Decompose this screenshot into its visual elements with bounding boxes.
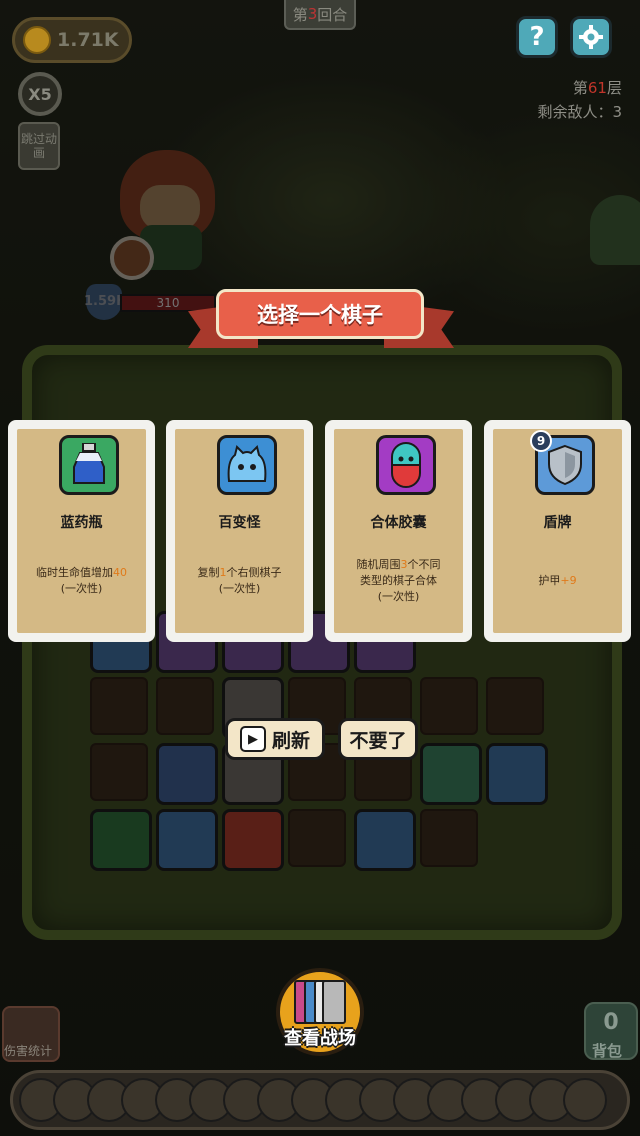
blue-slime-icon <box>217 435 277 495</box>
speed-toggle-button[interactable]: X5 <box>18 72 62 116</box>
desc-note: (一次性) <box>60 582 103 595</box>
card-paper: 合体胶囊 随机周围3个不同 类型的棋子合体 (一次性) <box>334 429 463 633</box>
card-description: 复制1个右侧棋子 (一次性) <box>175 565 304 597</box>
desc-note: (一次性) <box>377 590 420 603</box>
decline-label: 不要了 <box>349 729 407 752</box>
view-battlefield-label: 查看战场 <box>284 1028 356 1049</box>
desc-highlight: 1 <box>219 566 227 579</box>
choice-card-blue-potion[interactable]: 蓝药瓶 临时生命值增加40 (一次性) <box>8 420 155 642</box>
round-prefix: 第 <box>292 5 308 24</box>
capsule-icon <box>376 435 436 495</box>
damage-stats-label: 伤害统计 <box>4 1044 53 1058</box>
round-number: 3 <box>307 5 318 23</box>
card-description: 护甲+9 <box>493 573 622 589</box>
shield-glyph <box>548 444 582 486</box>
help-button[interactable]: ? <box>516 16 558 58</box>
desc-highlight: 40 <box>113 566 127 579</box>
choice-card-shapeshifter[interactable]: 百变怪 复制1个右侧棋子 (一次性) <box>166 420 313 642</box>
desc-text: 临时生命值增加 <box>36 566 113 579</box>
floor-info: 第61层 剩余敌人：3 <box>537 76 622 124</box>
floor-suffix: 层 <box>606 79 622 97</box>
card-name: 合体胶囊 <box>370 515 427 531</box>
card-description: 随机周围3个不同 类型的棋子合体 (一次性) <box>334 557 463 605</box>
cards-stack-icon <box>292 980 348 1028</box>
desc-text: 类型的棋子合体 <box>360 574 437 587</box>
piece-tray[interactable] <box>10 1070 630 1130</box>
card-back <box>322 980 346 1024</box>
desc-text: 护甲 <box>538 574 561 587</box>
desc-note: (一次性) <box>218 582 261 595</box>
help-icon: ? <box>529 22 545 52</box>
capsule-glyph <box>391 442 421 488</box>
desc-text: 复制 <box>197 566 220 579</box>
tray-slot[interactable] <box>563 1078 607 1122</box>
refresh-button[interactable]: ▶ 刷新 <box>225 718 325 760</box>
coin-counter: 1.71K <box>12 17 132 63</box>
enemies-remaining: 剩余敌人：3 <box>537 103 622 121</box>
round-suffix: 回合 <box>317 5 348 24</box>
desc-highlight: 3 <box>400 558 408 571</box>
backpack-label: 背包 <box>592 1042 623 1060</box>
shield-level-badge: 9 <box>530 430 552 452</box>
card-paper: 蓝药瓶 临时生命值增加40 (一次性) <box>17 429 146 633</box>
coin-icon <box>23 26 51 54</box>
round-indicator: 第 3 回合 <box>284 0 356 30</box>
desc-text: 个右侧棋子 <box>226 566 282 579</box>
potion-glyph <box>73 443 105 484</box>
slime-glyph <box>227 445 267 482</box>
choice-card-shield[interactable]: 9 盾牌 护甲+9 <box>484 420 631 642</box>
floor-prefix: 第 <box>572 79 588 97</box>
skip-animation-button[interactable]: 跳过动画 <box>18 122 60 170</box>
shield-icon: 9 <box>530 430 595 495</box>
decline-button[interactable]: 不要了 <box>338 718 418 760</box>
desc-text: 个不同 <box>407 558 441 571</box>
desc-text: 随机周围 <box>356 558 401 571</box>
backpack-count: 0 <box>603 1010 619 1035</box>
card-paper: 百变怪 复制1个右侧棋子 (一次性) <box>175 429 304 633</box>
refresh-label: 刷新 <box>271 729 310 752</box>
desc-highlight: +9 <box>560 574 577 587</box>
card-description: 临时生命值增加40 (一次性) <box>17 565 146 597</box>
blue-potion-icon <box>59 435 119 495</box>
speed-control[interactable]: X5 跳过动画 <box>18 72 62 172</box>
floor-number: 61 <box>587 79 607 97</box>
floor-label: 第61层 <box>537 76 622 100</box>
card-name: 盾牌 <box>543 515 572 531</box>
gear-icon <box>579 25 603 49</box>
card-name: 蓝药瓶 <box>60 515 103 531</box>
card-name: 百变怪 <box>218 515 261 531</box>
card-paper: 9 盾牌 护甲+9 <box>493 429 622 633</box>
coin-amount: 1.71K <box>57 29 119 51</box>
settings-button[interactable] <box>570 16 612 58</box>
dialog-title: 选择一个棋子 <box>216 289 424 339</box>
video-play-icon: ▶ <box>239 726 266 752</box>
choice-card-fusion-capsule[interactable]: 合体胶囊 随机周围3个不同 类型的棋子合体 (一次性) <box>325 420 472 642</box>
